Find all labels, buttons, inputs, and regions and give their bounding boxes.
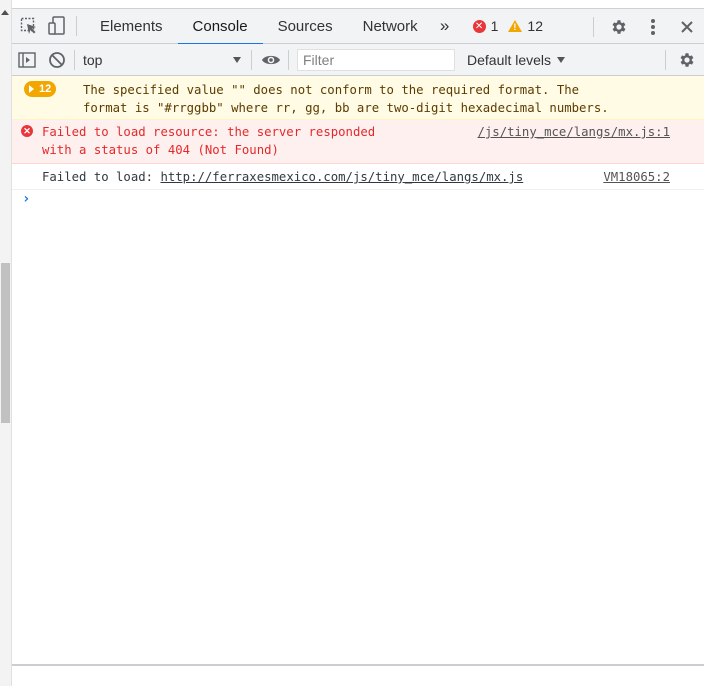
main-toolbar: Elements Console Sources Network » ✕ 1 !… [12,9,704,45]
settings-icon[interactable] [672,45,702,75]
log-url-link[interactable]: http://ferraxesmexico.com/js/tiny_mce/la… [160,170,523,184]
scroll-up-icon[interactable] [1,10,9,15]
settings-icon[interactable] [602,9,636,44]
repeat-count-badge[interactable]: 12 [24,81,57,97]
warning-text-line-1: The specified value "" does not conform … [83,83,580,97]
sidebar-icon[interactable] [12,45,42,75]
error-count: 1 [490,18,499,34]
filter-input[interactable] [297,48,455,71]
clear-icon[interactable] [42,45,72,75]
console-warning-message: 12 The specified value "" does not confo… [12,76,704,120]
toolbar-divider [665,50,666,70]
prompt-chevron-icon: › [22,191,31,207]
device-toolbar-icon[interactable] [46,15,68,37]
warning-text-line-2: format is "#rrggbb" where rr, gg, bb are… [83,101,609,115]
tab-sources[interactable]: Sources [263,9,348,44]
bottom-border [12,664,704,666]
tab-network[interactable]: Network [348,9,433,44]
log-source-link[interactable]: VM18065:2 [603,168,670,186]
log-levels-dropdown[interactable]: Default levels [467,51,566,68]
more-tabs-button[interactable]: » [433,16,457,36]
repeat-count: 12 [39,83,52,95]
log-levels-label: Default levels [467,51,552,68]
log-prefix: Failed to load: [42,170,161,184]
close-icon[interactable] [670,9,704,44]
error-text-line-2: with a status of 404 (Not Found) [42,143,279,157]
chevron-down-icon [233,56,241,63]
console-log-message: Failed to load: http://ferraxesmexico.co… [12,164,704,190]
toolbar-divider [74,49,75,70]
devtools-panel: Elements Console Sources Network » ✕ 1 !… [12,8,704,665]
console-settings-button[interactable] [665,45,702,75]
expand-arrow-icon [29,85,34,93]
tab-console[interactable]: Console [177,9,263,45]
scrollbar-thumb[interactable] [1,263,10,423]
warning-count: 12 [527,18,543,34]
issues-counter[interactable]: ✕ 1 ! 12 [472,18,543,34]
console-prompt[interactable]: › [12,190,704,210]
eye-icon[interactable] [256,45,286,75]
toolbar-divider [76,16,77,36]
chevron-down-icon [557,56,566,63]
error-icon: ✕ [472,19,486,33]
warning-icon: ! [508,20,523,32]
context-selector[interactable]: top [77,48,247,72]
console-toolbar: top Default levels [12,44,704,76]
console-error-message: ✕ Failed to load resource: the server re… [12,120,704,164]
context-label: top [83,51,103,68]
error-icon: ✕ [21,125,33,137]
page-scrollbar[interactable] [0,0,12,686]
toolbar-divider [593,16,594,37]
inspect-icon[interactable] [18,15,40,37]
error-source-link[interactable]: /js/tiny_mce/langs/mx.js:1 [478,123,671,141]
toolbar-divider [251,49,252,70]
toolbar-divider [288,49,289,70]
more-vert-icon[interactable] [636,9,670,44]
tab-elements[interactable]: Elements [85,9,178,44]
